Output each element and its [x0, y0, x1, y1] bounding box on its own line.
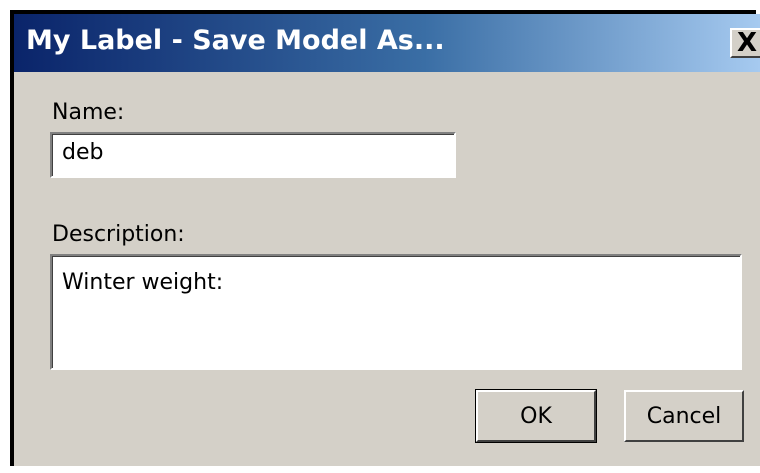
- description-textarea[interactable]: Winter weight:: [50, 254, 742, 370]
- save-model-dialog: My Label - Save Model As... X Name: deb …: [14, 14, 760, 466]
- ok-button[interactable]: OK: [475, 389, 597, 443]
- close-button[interactable]: X: [730, 28, 760, 58]
- name-input[interactable]: deb: [50, 132, 456, 178]
- title-bar[interactable]: My Label - Save Model As... X: [14, 14, 760, 72]
- close-icon: X: [736, 28, 758, 58]
- window-title: My Label - Save Model As...: [26, 25, 445, 56]
- cancel-button[interactable]: Cancel: [624, 390, 744, 442]
- name-label: Name:: [52, 100, 125, 125]
- description-label: Description:: [52, 222, 185, 247]
